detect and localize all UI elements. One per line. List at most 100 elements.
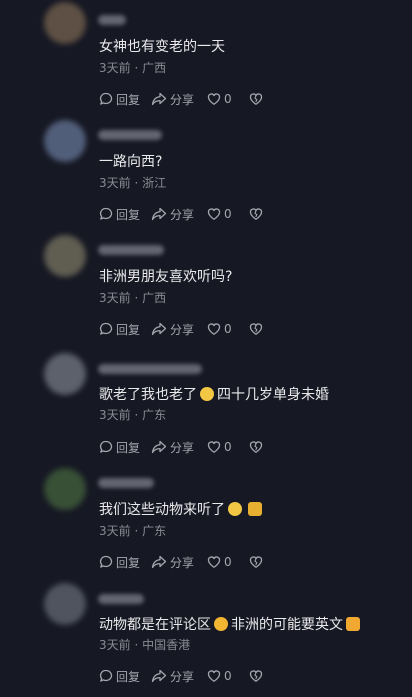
- comment-text-part: 动物都是在评论区: [99, 617, 211, 633]
- reply-button[interactable]: 回复: [99, 321, 151, 338]
- comment-text: 动物都是在评论区 非洲的可能要英文: [99, 615, 363, 635]
- reply-icon: [99, 322, 113, 335]
- reply-icon: [99, 669, 113, 682]
- reply-label: 回复: [116, 555, 141, 570]
- comment-meta: 3天前 · 浙江: [99, 176, 167, 190]
- comment-text-part: 我们这些动物来听了: [99, 502, 225, 518]
- comment-text-part: 非洲的可能要英文: [231, 617, 343, 633]
- share-button[interactable]: 分享: [151, 554, 207, 571]
- broken-heart-icon: [249, 670, 263, 682]
- avatar[interactable]: [44, 583, 86, 625]
- reply-label: 回复: [116, 440, 141, 455]
- broken-heart-icon: [249, 93, 263, 105]
- comment-text: 一路向西?: [99, 154, 163, 170]
- share-button[interactable]: 分享: [151, 668, 207, 685]
- dislike-button[interactable]: [249, 555, 267, 569]
- username[interactable]: [98, 478, 154, 488]
- reply-label: 回复: [116, 669, 141, 684]
- heart-icon: [207, 670, 221, 682]
- comment-location: 广西: [142, 61, 167, 75]
- like-button[interactable]: 0: [207, 440, 249, 454]
- dislike-button[interactable]: [249, 207, 267, 221]
- share-icon: [151, 440, 167, 454]
- comment-meta: 3天前 · 广东: [99, 408, 167, 422]
- broken-heart-icon: [249, 323, 263, 335]
- dislike-button[interactable]: [249, 322, 267, 336]
- reply-button[interactable]: 回复: [99, 668, 151, 685]
- username[interactable]: [98, 15, 126, 25]
- share-icon: [151, 322, 167, 336]
- comment-actions: 回复 分享 0: [99, 438, 267, 456]
- share-button[interactable]: 分享: [151, 321, 207, 338]
- share-label: 分享: [170, 92, 195, 107]
- reply-button[interactable]: 回复: [99, 554, 151, 571]
- reply-icon: [99, 440, 113, 453]
- like-button[interactable]: 0: [207, 555, 249, 569]
- emoji-icon: [346, 617, 360, 631]
- like-button[interactable]: 0: [207, 322, 249, 336]
- dislike-button[interactable]: [249, 440, 267, 454]
- like-button[interactable]: 0: [207, 207, 249, 221]
- share-button[interactable]: 分享: [151, 206, 207, 223]
- username[interactable]: [98, 594, 144, 604]
- dislike-button[interactable]: [249, 92, 267, 106]
- broken-heart-icon: [249, 556, 263, 568]
- comment-actions: 回复 分享 0: [99, 667, 267, 685]
- reply-label: 回复: [116, 207, 141, 222]
- comment-meta: 3天前 · 广西: [99, 291, 167, 305]
- share-icon: [151, 555, 167, 569]
- comment-time: 3天前: [99, 61, 131, 75]
- like-count: 0: [224, 207, 232, 221]
- comment-actions: 回复 分享 0: [99, 553, 267, 571]
- comment-location: 浙江: [142, 176, 167, 190]
- comment-time: 3天前: [99, 638, 131, 652]
- comment-time: 3天前: [99, 524, 131, 538]
- dislike-button[interactable]: [249, 669, 267, 683]
- username[interactable]: [98, 245, 164, 255]
- reply-icon: [99, 92, 113, 105]
- share-label: 分享: [170, 207, 195, 222]
- share-button[interactable]: 分享: [151, 439, 207, 456]
- comment-time: 3天前: [99, 291, 131, 305]
- avatar[interactable]: [44, 120, 86, 162]
- comment-time: 3天前: [99, 408, 131, 422]
- comment-text: 歌老了我也老了 四十几岁单身未婚: [99, 385, 329, 405]
- share-label: 分享: [170, 555, 195, 570]
- reply-label: 回复: [116, 92, 141, 107]
- like-button[interactable]: 0: [207, 92, 249, 106]
- reply-button[interactable]: 回复: [99, 206, 151, 223]
- avatar[interactable]: [44, 353, 86, 395]
- username[interactable]: [98, 364, 202, 374]
- share-icon: [151, 207, 167, 221]
- share-label: 分享: [170, 669, 195, 684]
- comment-location: 广东: [142, 524, 167, 538]
- comment-location: 中国香港: [142, 638, 191, 652]
- comment-text: 非洲男朋友喜欢听吗?: [99, 269, 233, 285]
- reply-button[interactable]: 回复: [99, 91, 151, 108]
- comment-meta: 3天前 · 广西: [99, 61, 167, 75]
- avatar[interactable]: [44, 2, 86, 44]
- username[interactable]: [98, 130, 162, 140]
- broken-heart-icon: [249, 441, 263, 453]
- comment-meta: 3天前 · 广东: [99, 524, 167, 538]
- share-button[interactable]: 分享: [151, 91, 207, 108]
- comment-actions: 回复 分享 0: [99, 205, 267, 223]
- like-button[interactable]: 0: [207, 669, 249, 683]
- heart-icon: [207, 208, 221, 220]
- reply-icon: [99, 555, 113, 568]
- avatar[interactable]: [44, 468, 86, 510]
- broken-heart-icon: [249, 208, 263, 220]
- like-count: 0: [224, 669, 232, 683]
- emoji-icon: [200, 387, 214, 401]
- like-count: 0: [224, 440, 232, 454]
- heart-icon: [207, 556, 221, 568]
- comment-text-part: 歌老了我也老了: [99, 387, 197, 403]
- reply-label: 回复: [116, 322, 141, 337]
- emoji-icon: [248, 502, 262, 516]
- share-icon: [151, 92, 167, 106]
- like-count: 0: [224, 322, 232, 336]
- comment-text: 女神也有变老的一天: [99, 39, 225, 55]
- avatar[interactable]: [44, 235, 86, 277]
- heart-icon: [207, 441, 221, 453]
- reply-button[interactable]: 回复: [99, 439, 151, 456]
